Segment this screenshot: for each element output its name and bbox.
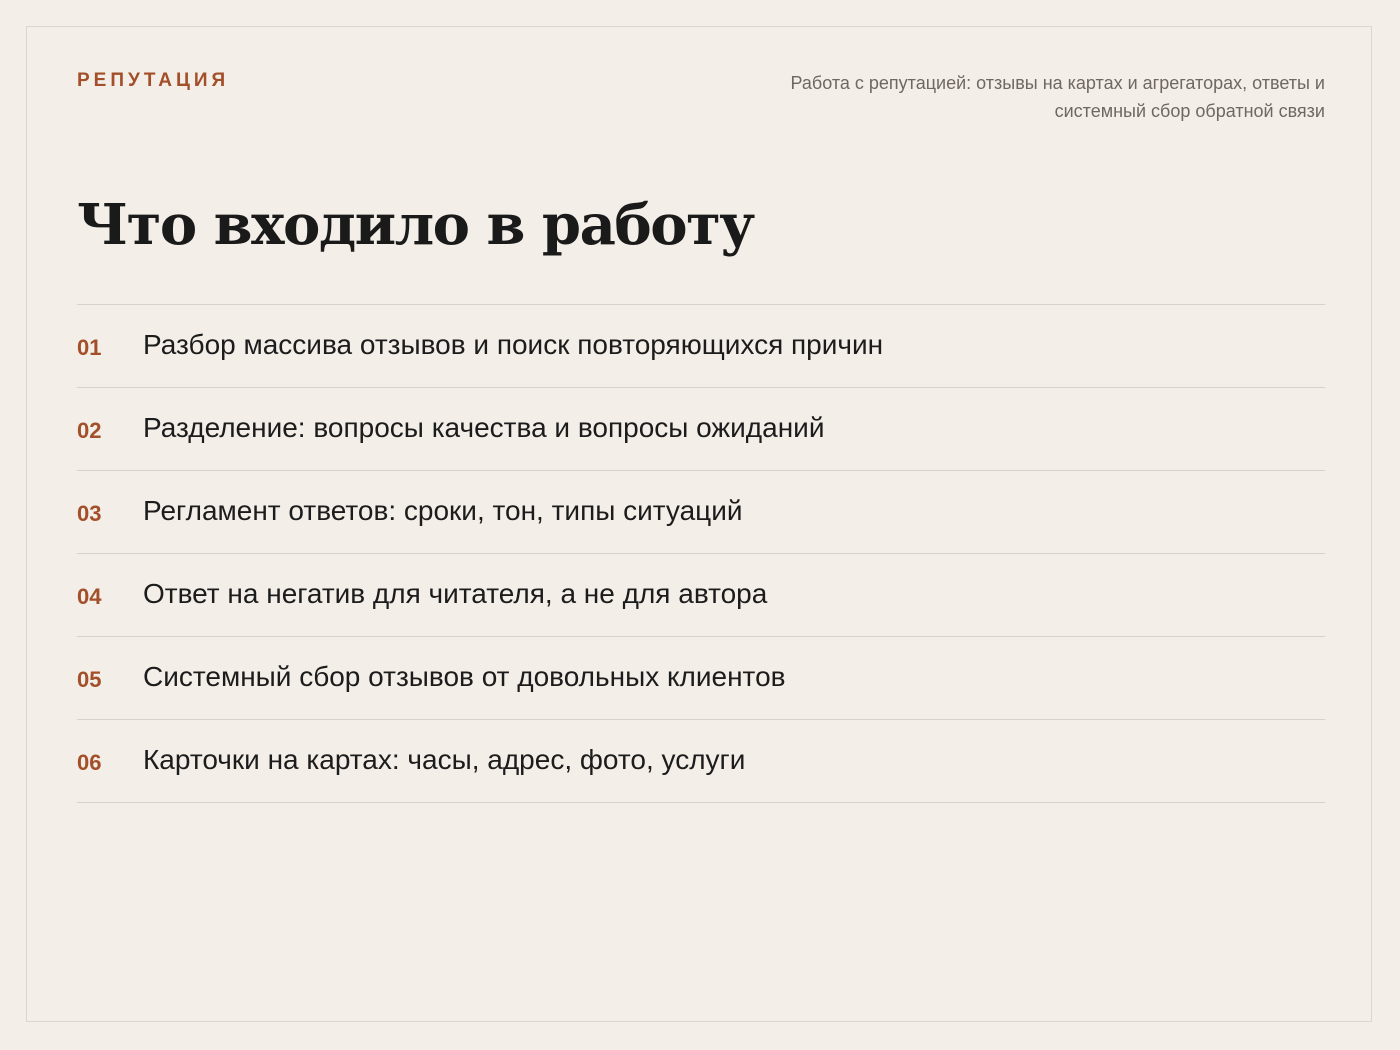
item-number: 01 [77, 335, 102, 360]
list-item: 04 Ответ на негатив для читателя, а не д… [77, 554, 1325, 637]
item-text: Регламент ответов: сроки, тон, типы ситу… [143, 495, 743, 526]
page-title: Что входило в работу [77, 192, 755, 258]
list-item: 05 Системный сбор отзывов от довольных к… [77, 637, 1325, 720]
item-number: 03 [77, 501, 102, 526]
item-number: 04 [77, 584, 102, 609]
work-items-list: 01 Разбор массива отзывов и поиск повтор… [77, 304, 1325, 803]
slide-frame: РЕПУТАЦИЯ Работа с репутацией: отзывы на… [26, 26, 1372, 1022]
list-item: 01 Разбор массива отзывов и поиск повтор… [77, 305, 1325, 388]
item-number: 06 [77, 750, 102, 775]
item-text: Карточки на картах: часы, адрес, фото, у… [143, 744, 746, 775]
list-item: 03 Регламент ответов: сроки, тон, типы с… [77, 471, 1325, 554]
item-text: Системный сбор отзывов от довольных клие… [143, 661, 786, 692]
section-eyebrow: РЕПУТАЦИЯ [77, 70, 230, 91]
section-subtitle: Работа с репутацией: отзывы на картах и … [790, 73, 1326, 121]
item-number: 05 [77, 667, 102, 692]
item-text: Разбор массива отзывов и поиск повторяющ… [143, 329, 884, 360]
item-text: Разделение: вопросы качества и вопросы о… [143, 412, 825, 443]
list-item: 06 Карточки на картах: часы, адрес, фото… [77, 720, 1325, 803]
item-text: Ответ на негатив для читателя, а не для … [143, 578, 768, 609]
item-number: 02 [77, 418, 102, 443]
list-item: 02 Разделение: вопросы качества и вопрос… [77, 388, 1325, 471]
